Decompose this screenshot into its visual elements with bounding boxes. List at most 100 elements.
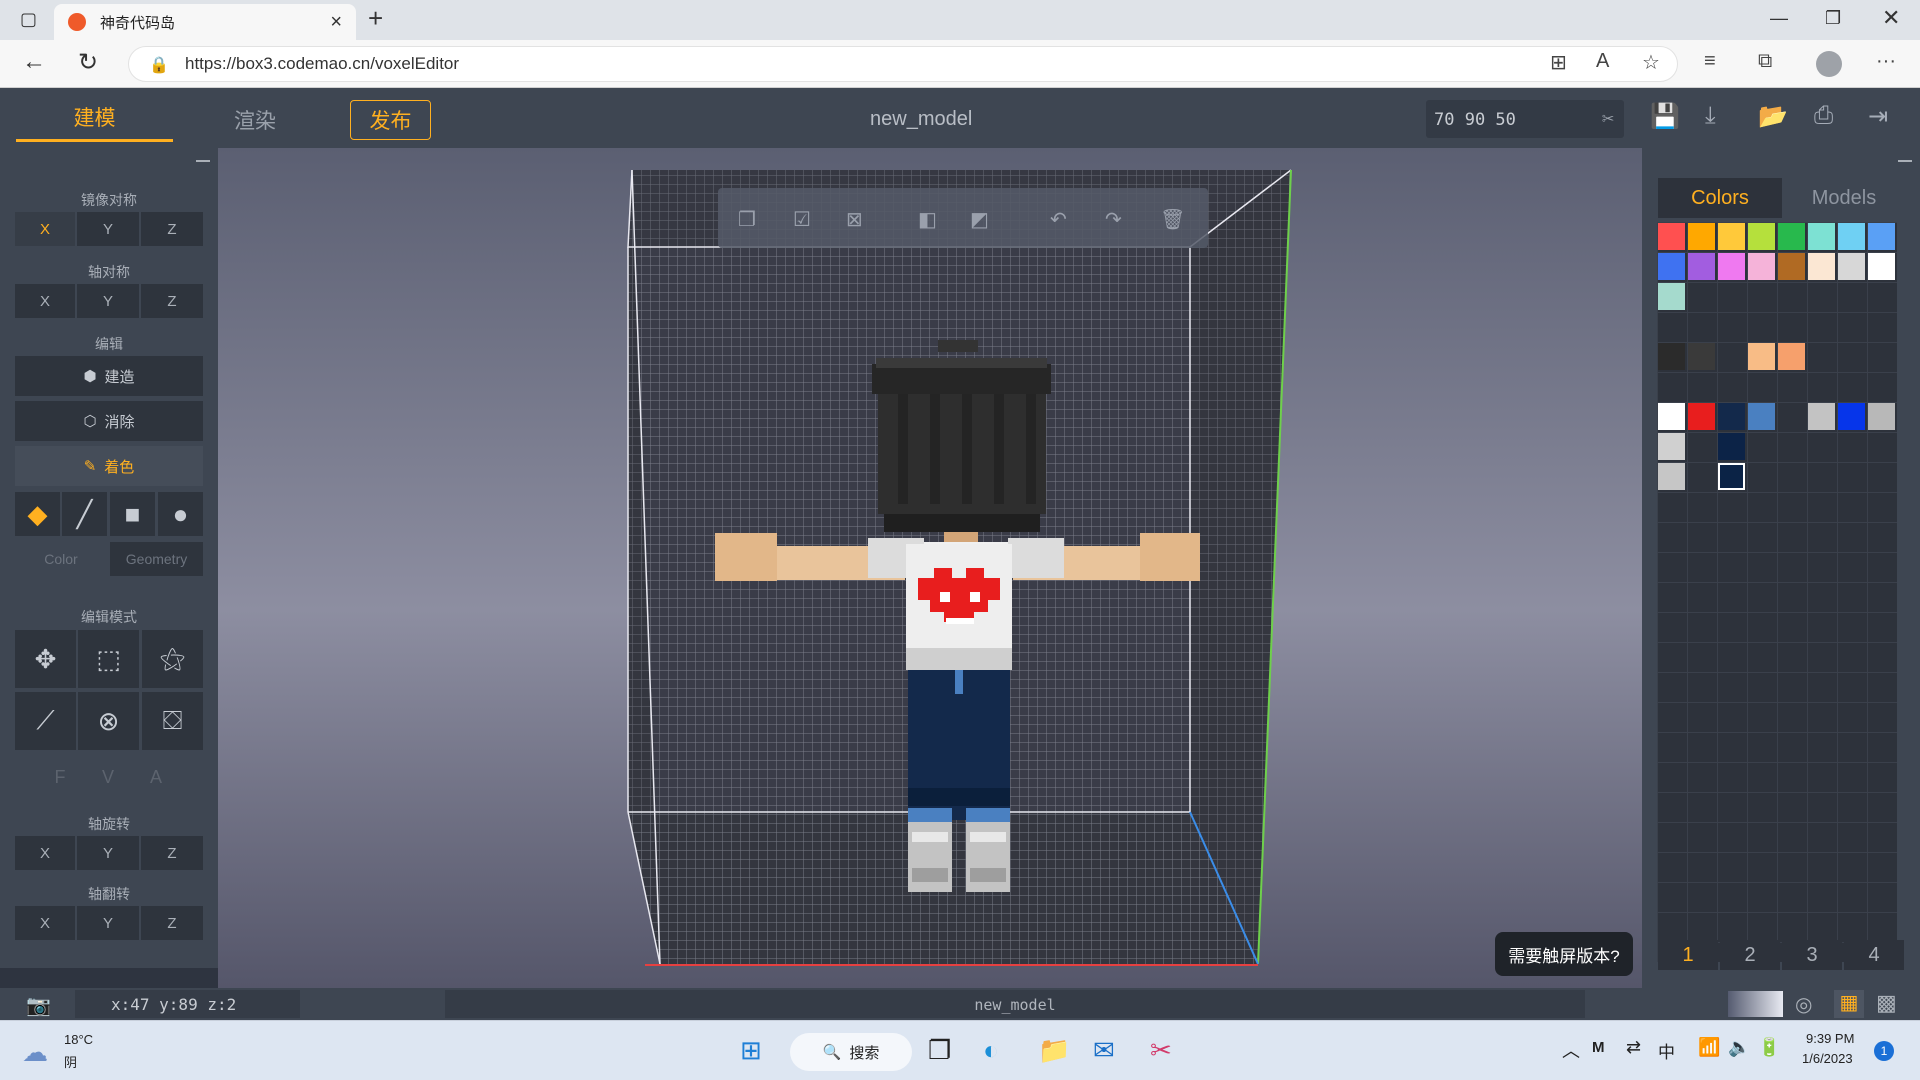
color-swatch[interactable] [1688,403,1715,430]
color-swatch[interactable] [1838,253,1865,280]
read-aloud-icon[interactable]: A [1596,50,1609,73]
color-swatch[interactable] [1778,253,1805,280]
eyedropper-icon[interactable]: ⟋ [15,692,76,750]
close-tab-icon[interactable]: × [330,11,342,34]
color-swatch[interactable] [1808,403,1835,430]
geometry-mode-button[interactable]: Geometry [110,542,203,576]
duplicate-icon[interactable]: ◧ [918,209,937,231]
redo-icon[interactable]: ↷ [1105,209,1122,231]
start-windows-icon[interactable]: ⊞ [740,1035,762,1066]
tab-colors[interactable]: Colors [1658,178,1782,218]
flip-z-button[interactable]: Z [141,906,203,940]
scissors-icon[interactable]: ✂ [1602,106,1614,130]
color-swatch[interactable] [1778,223,1805,250]
clear-selection-icon[interactable]: ⊠ [846,209,863,231]
fill-bucket-icon[interactable]: ⛋ [142,692,203,750]
tray-overflow-icon[interactable]: ︿ [1562,1037,1580,1063]
color-swatch[interactable] [1658,253,1685,280]
paint-button[interactable]: ✎ 着色 [15,446,203,486]
tab-render[interactable]: 渲染 [190,100,320,140]
favorites-icon[interactable]: ≡ [1704,50,1716,73]
print-icon[interactable]: ⎙ [1814,102,1833,130]
save-icon[interactable]: 💾 [1650,102,1680,131]
file-explorer-icon[interactable]: 📁 [1038,1035,1070,1066]
camera-icon[interactable]: 📷 [26,993,51,1018]
color-swatch[interactable] [1658,433,1685,460]
color-mode-button[interactable]: Color [15,542,107,576]
notification-badge[interactable]: 1 [1874,1041,1894,1061]
dimensions-field[interactable]: 70 90 50 ✂ [1426,100,1624,138]
face-mode-button[interactable]: F [40,760,80,794]
magic-wand-icon[interactable]: ⚝ [142,630,203,688]
undo-icon[interactable]: ↶ [1050,209,1067,231]
new-tab-icon[interactable]: + [368,3,383,34]
color-palette-grid[interactable] [1657,222,1897,962]
circle-brush-icon[interactable]: ● [158,492,203,536]
close-window-icon[interactable]: ✕ [1882,5,1900,31]
color-swatch[interactable] [1808,253,1835,280]
color-swatch[interactable] [1838,403,1865,430]
tray-app-icon[interactable]: M [1592,1039,1605,1056]
minimize-icon[interactable]: — [1770,8,1788,29]
color-swatch[interactable] [1688,223,1715,250]
rotate-x-button[interactable]: X [15,836,75,870]
color-swatch[interactable] [1868,403,1895,430]
color-swatch[interactable] [1748,343,1775,370]
volume-icon[interactable]: 🔈 [1728,1037,1750,1058]
color-swatch[interactable] [1778,343,1805,370]
select-icon[interactable]: ⬚ [78,630,139,688]
3d-viewport[interactable]: ❐ ☑ ⊠ ◧ ◩ ↶ ↷ 🗑 [218,148,1642,988]
wifi-icon[interactable]: 📶 [1698,1037,1720,1058]
erase-button[interactable]: ⬡ 消除 [15,401,203,441]
mail-icon[interactable]: ✉ [1093,1035,1115,1066]
color-swatch[interactable] [1718,223,1745,250]
color-swatch[interactable] [1658,223,1685,250]
palette-page-3[interactable]: 3 [1782,940,1842,970]
color-swatch[interactable] [1868,253,1895,280]
collapse-left-icon[interactable] [196,160,210,162]
build-button[interactable]: ⬢ 建造 [15,356,203,396]
color-swatch[interactable] [1688,253,1715,280]
color-swatch[interactable] [1658,343,1685,370]
square-brush-icon[interactable]: ■ [110,492,155,536]
color-swatch[interactable] [1748,223,1775,250]
color-swatch[interactable] [1688,343,1715,370]
axis-sym-x-button[interactable]: X [15,284,75,318]
publish-button[interactable]: 发布 [350,100,431,140]
color-swatch[interactable] [1748,253,1775,280]
axis-sym-z-button[interactable]: Z [141,284,203,318]
line-brush-icon[interactable]: ╱ [62,492,107,536]
merge-icon[interactable]: ◩ [970,209,989,231]
copy-icon[interactable]: ❐ [738,209,756,231]
trash-icon[interactable]: 🗑 [1160,208,1185,231]
voxel-brush-icon[interactable]: ◆ [15,492,60,536]
rotate-z-button[interactable]: Z [141,836,203,870]
color-swatch[interactable] [1658,463,1685,490]
color-swatch[interactable] [1658,403,1685,430]
all-mode-button[interactable]: A [136,760,176,794]
color-swatch[interactable] [1718,253,1745,280]
lighting-icon[interactable]: ◎ [1795,992,1812,1017]
mirror-x-button[interactable]: X [15,212,75,246]
open-folder-icon[interactable]: 📂 [1758,102,1788,131]
axis-sym-y-button[interactable]: Y [77,284,139,318]
snipping-tool-icon[interactable]: ✂ [1150,1035,1172,1066]
palette-page-1[interactable]: 1 [1658,940,1718,970]
tab-models[interactable]: Models [1782,178,1906,218]
tab-actions-icon[interactable]: ▢ [20,9,37,30]
touch-version-prompt[interactable]: 需要触屏版本? [1495,932,1633,976]
vertex-mode-button[interactable]: V [88,760,128,794]
weather-cloud-icon[interactable]: ☁ [22,1037,48,1068]
profile-avatar[interactable] [1816,51,1842,77]
tray-sync-icon[interactable]: ⇄ [1626,1037,1641,1058]
flip-x-button[interactable]: X [15,906,75,940]
edge-browser-icon[interactable]: ◐ [983,1035,999,1066]
color-swatch[interactable] [1718,433,1745,460]
color-swatch[interactable] [1718,463,1745,490]
move-icon[interactable]: ✥ [15,630,76,688]
restore-icon[interactable]: ❐ [1825,8,1841,29]
palette-page-2[interactable]: 2 [1720,940,1780,970]
task-view-icon[interactable]: ❐ [928,1035,951,1066]
mirror-z-button[interactable]: Z [141,212,203,246]
rotate-y-button[interactable]: Y [77,836,139,870]
